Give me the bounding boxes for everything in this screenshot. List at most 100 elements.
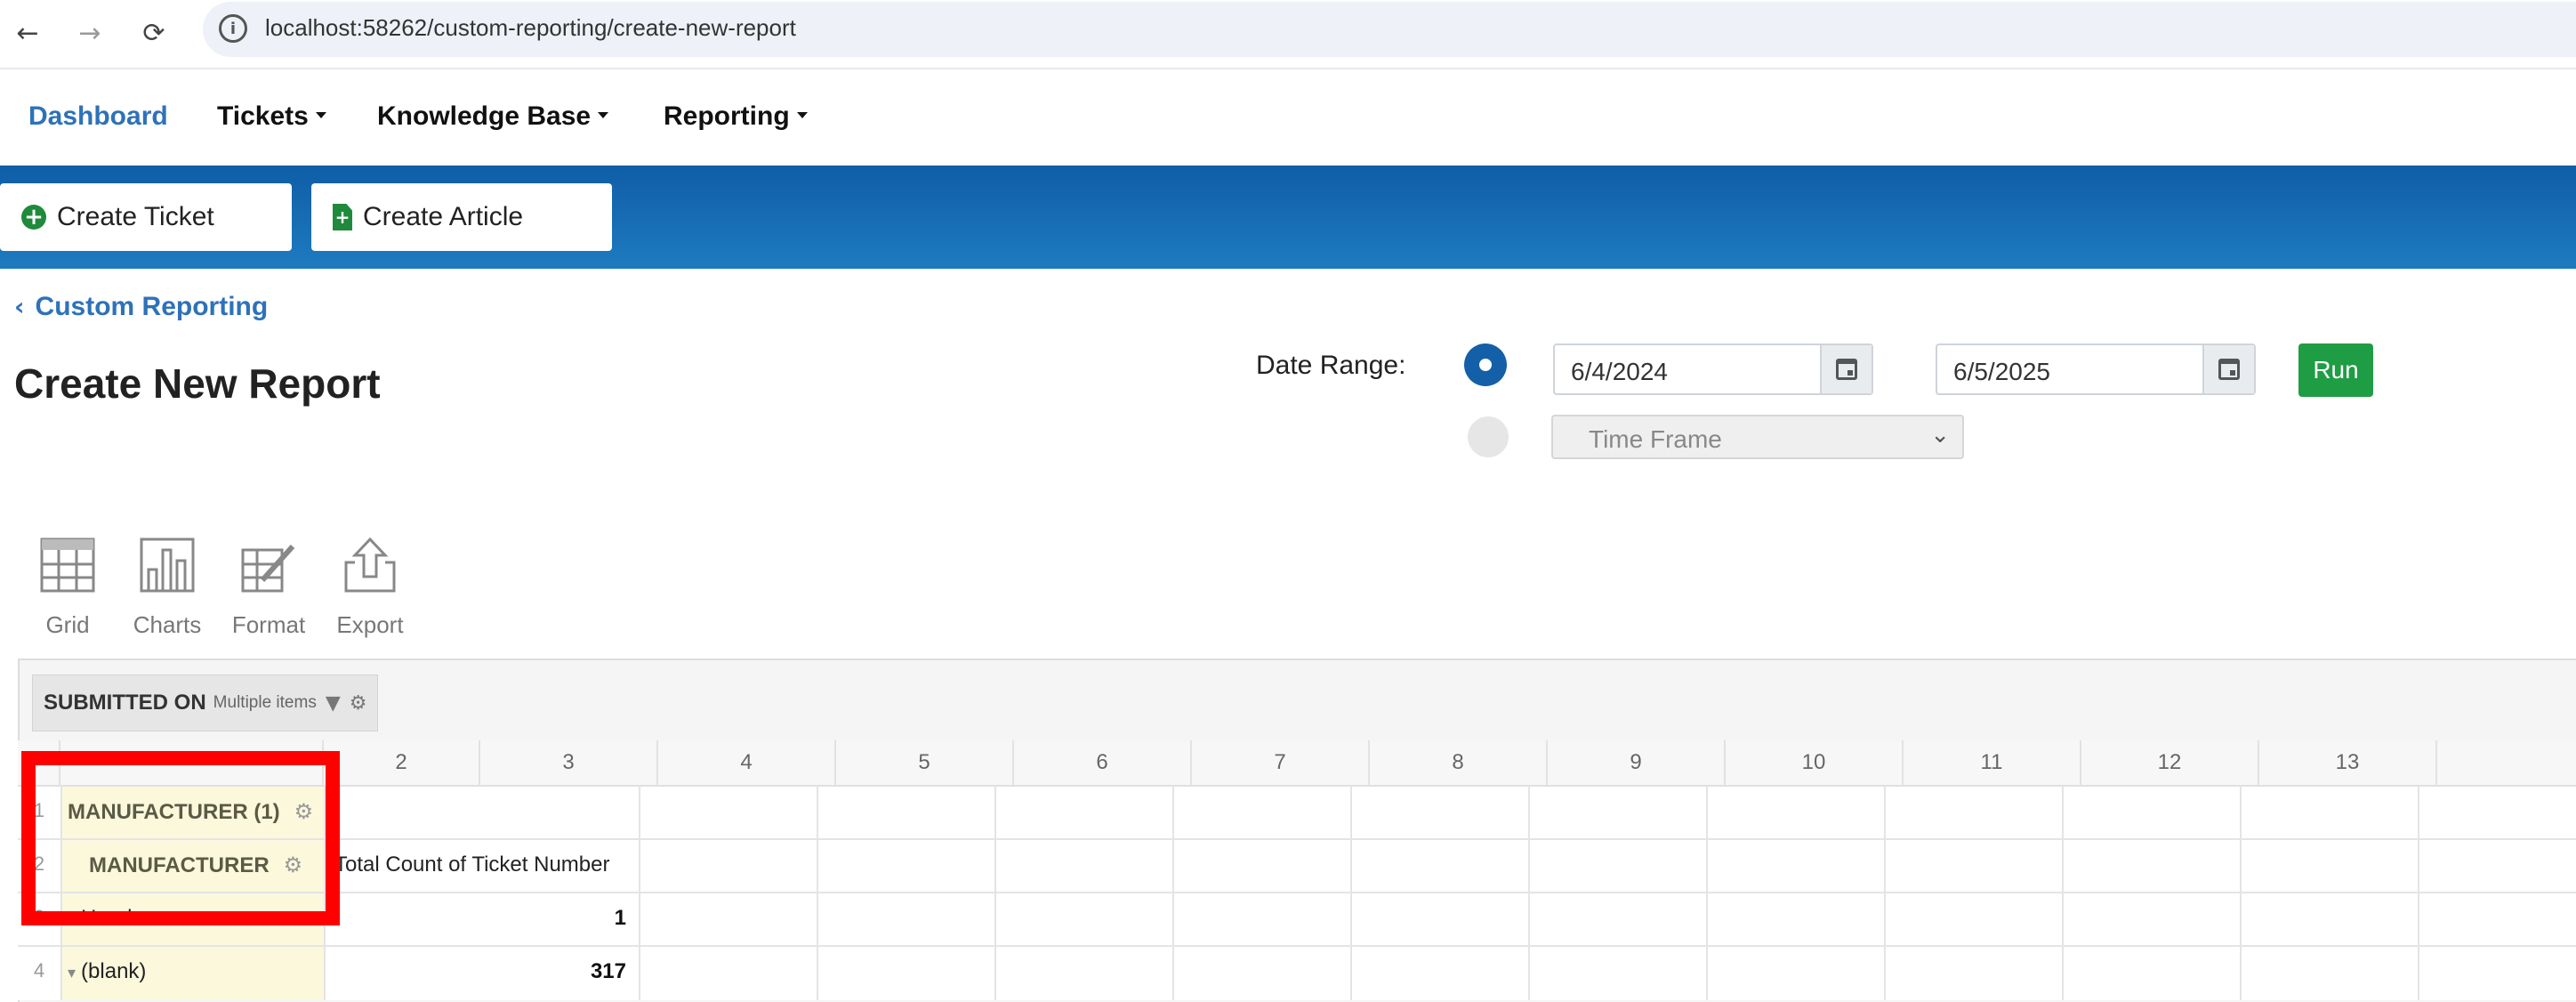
run-button[interactable]: Run	[2298, 343, 2373, 397]
charts-tool[interactable]: Charts	[123, 537, 212, 639]
pivot-grid: 2 3 4 5 6 7 8 9 10 11 12 13 1 2 3 4 MANU…	[18, 740, 2576, 1000]
grid-line	[1350, 785, 1352, 1000]
caret-down-icon	[796, 111, 808, 118]
column-header: 9	[1548, 740, 1726, 785]
expand-icon[interactable]: ▸	[68, 910, 76, 929]
create-article-button[interactable]: + Create Article	[311, 183, 612, 251]
address-bar[interactable]: i localhost:58262/custom-reporting/creat…	[203, 2, 2576, 57]
back-arrow-icon[interactable]: ←	[5, 11, 50, 55]
create-ticket-button[interactable]: + Create Ticket	[0, 183, 292, 251]
grid-line	[1172, 785, 1174, 1000]
column-header	[60, 740, 324, 785]
row-number: 3	[33, 906, 45, 928]
filter-value: Multiple items	[213, 693, 317, 712]
back-link-label: Custom Reporting	[35, 292, 269, 321]
grid-line	[1884, 785, 1886, 1000]
reload-icon[interactable]: ⟳	[132, 11, 176, 55]
gear-icon[interactable]: ⚙	[294, 799, 314, 824]
grid-line	[2062, 785, 2064, 1000]
export-icon	[344, 537, 396, 593]
column-header: 5	[836, 740, 1014, 785]
column-header: 12	[2081, 740, 2259, 785]
create-article-label: Create Article	[363, 202, 524, 231]
grid-line	[2418, 785, 2419, 1000]
filter-field-name: SUBMITTED ON	[44, 691, 206, 715]
time-frame-value: Time Frame	[1589, 425, 1722, 453]
grid-icon	[40, 537, 95, 593]
row-field-label: MANUFACTURER	[89, 853, 270, 877]
row-label-blank[interactable]: ▾ (blank)	[68, 959, 146, 984]
end-date-field[interactable]: 6/5/2025	[1936, 343, 2256, 395]
grid-line	[18, 838, 2576, 840]
charts-tool-label: Charts	[133, 611, 202, 638]
column-header: 6	[1014, 740, 1192, 785]
time-frame-select[interactable]: Time Frame ⌄	[1551, 415, 1964, 459]
grid-line	[60, 785, 62, 1000]
column-header: 8	[1370, 740, 1548, 785]
forward-arrow-icon[interactable]: →	[68, 11, 112, 55]
export-tool-label: Export	[336, 611, 404, 638]
nav-knowledge-base[interactable]: Knowledge Base	[377, 101, 609, 132]
export-tool[interactable]: Export	[326, 537, 415, 639]
grid-tool-label: Grid	[45, 611, 90, 638]
caret-down-icon	[598, 111, 609, 118]
column-header: 13	[2259, 740, 2437, 785]
time-frame-radio[interactable]	[1468, 416, 1509, 457]
chevron-left-icon: ‹	[14, 292, 25, 321]
column-header-row: 2 3 4 5 6 7 8 9 10 11 12 13	[18, 740, 2576, 787]
column-header: 3	[480, 740, 658, 785]
calendar-icon[interactable]	[2202, 345, 2254, 393]
grid-line	[639, 785, 640, 1000]
grid-line	[1706, 785, 1708, 1000]
format-tool[interactable]: Format	[224, 537, 313, 639]
gear-icon[interactable]: ⚙	[284, 853, 303, 877]
url-text[interactable]: localhost:58262/custom-reporting/create-…	[265, 14, 796, 42]
column-header: 2	[324, 740, 480, 785]
grid-tool[interactable]: Grid	[23, 537, 112, 639]
gear-icon[interactable]: ⚙	[350, 692, 367, 715]
row-field-group-header[interactable]: MANUFACTURER (1) ⚙	[68, 799, 313, 825]
nav-tickets[interactable]: Tickets	[217, 101, 326, 132]
nav-knowledge-base-label: Knowledge Base	[377, 101, 592, 131]
measure-header: Total Count of Ticket Number	[334, 853, 610, 877]
end-date-value: 6/5/2025	[1953, 358, 2050, 385]
start-date-field[interactable]: 6/4/2024	[1553, 343, 1873, 395]
grid-line	[1528, 785, 1530, 1000]
grid-line	[324, 785, 326, 1000]
chevron-down-icon: ⌄	[1930, 422, 1950, 448]
filter-icon[interactable]: ▼	[326, 692, 341, 715]
nav-tickets-label: Tickets	[217, 101, 309, 131]
row-field-header[interactable]: MANUFACTURER ⚙	[89, 853, 302, 878]
grid-line	[994, 785, 996, 1000]
row-label-text: Honda	[81, 906, 144, 930]
cell-value: 317	[590, 959, 626, 983]
site-info-icon[interactable]: i	[219, 14, 247, 43]
row-number: 1	[33, 799, 45, 821]
row-field-group-label: MANUFACTURER (1)	[68, 800, 280, 824]
column-header: 4	[658, 740, 836, 785]
cell-value: 1	[614, 906, 626, 930]
start-date-value: 6/4/2024	[1571, 358, 1668, 385]
nav-reporting[interactable]: Reporting	[664, 101, 808, 132]
submitted-on-filter[interactable]: SUBMITTED ON Multiple items ▼ ⚙	[32, 675, 379, 731]
collapse-icon[interactable]: ▾	[68, 964, 76, 982]
grid-line	[18, 892, 2576, 893]
main-nav: Dashboard Tickets Knowledge Base Reporti…	[0, 69, 2576, 166]
row-number: 4	[33, 959, 45, 982]
column-header: 10	[1726, 740, 1904, 785]
row-label-honda[interactable]: ▸ Honda	[68, 906, 144, 931]
action-band: + Create Ticket + Create Article	[0, 166, 2576, 269]
format-tool-label: Format	[231, 611, 306, 638]
document-plus-icon: +	[333, 204, 352, 230]
date-range-radio[interactable]	[1464, 343, 1507, 386]
nav-dashboard[interactable]: Dashboard	[28, 101, 168, 132]
plus-circle-icon: +	[21, 205, 46, 230]
format-icon	[241, 544, 295, 593]
grid-line	[18, 945, 2576, 947]
corner-cell	[18, 740, 60, 785]
calendar-icon[interactable]	[1820, 345, 1872, 393]
grid-line	[2240, 785, 2242, 1000]
bar-chart-icon	[140, 537, 195, 593]
nav-reporting-label: Reporting	[664, 101, 790, 131]
back-to-custom-reporting-link[interactable]: ‹ Custom Reporting	[14, 292, 268, 322]
